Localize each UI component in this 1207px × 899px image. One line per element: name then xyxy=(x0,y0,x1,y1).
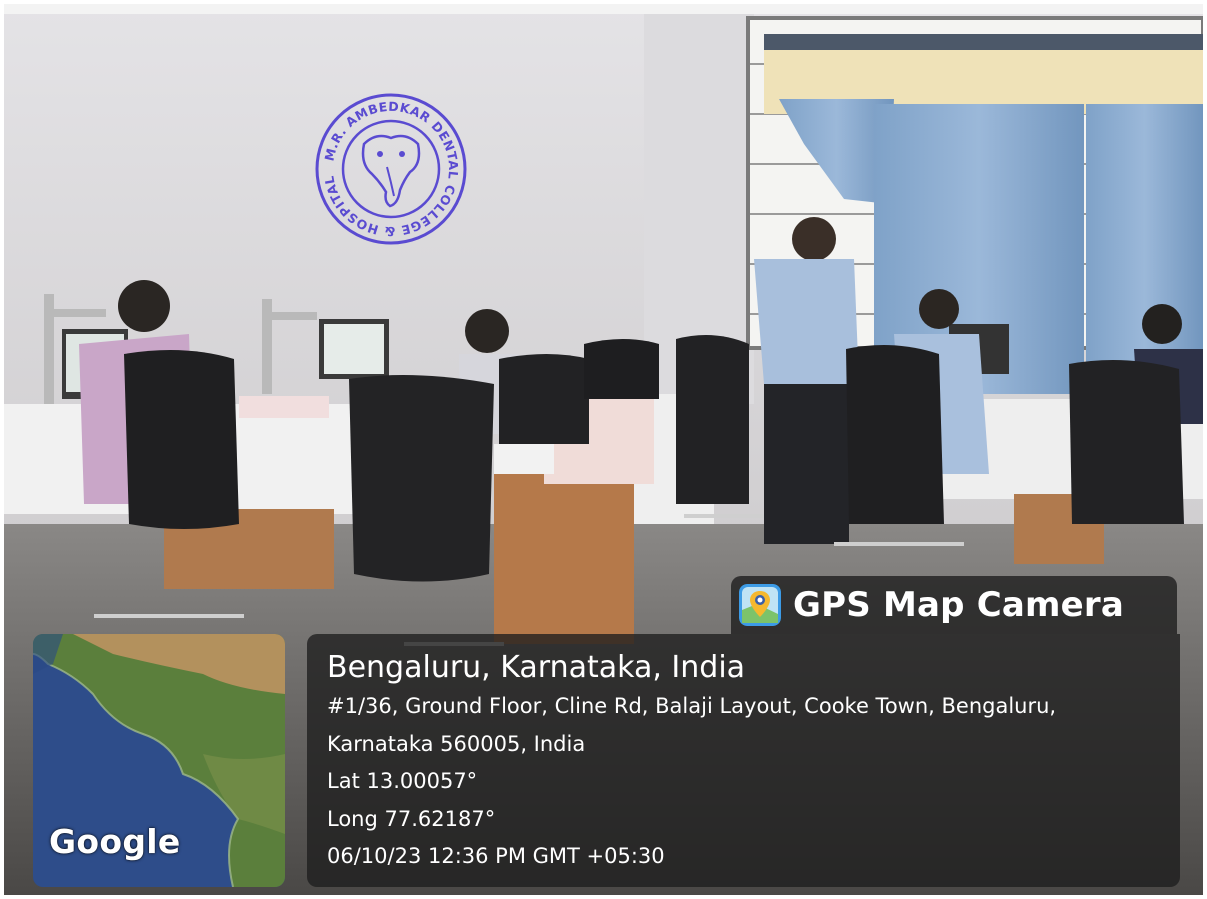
map-pin-app-icon xyxy=(739,584,781,626)
location-map-thumbnail: Google xyxy=(33,634,285,887)
gps-app-banner: GPS Map Camera xyxy=(731,576,1177,634)
location-info-panel: Bengaluru, Karnataka, India #1/36, Groun… xyxy=(307,634,1180,887)
address-line-2: Karnataka 560005, India xyxy=(327,731,586,756)
city-line: Bengaluru, Karnataka, India xyxy=(327,650,746,685)
longitude-text: Long 77.62187° xyxy=(327,806,496,831)
gps-app-title: GPS Map Camera xyxy=(793,585,1124,625)
address-line-1: #1/36, Ground Floor, Cline Rd, Balaji La… xyxy=(327,694,1057,718)
latitude-text: Lat 13.00057° xyxy=(327,769,478,793)
geotagged-photo: M.R. AMBEDKAR DENTAL COLLEGE & HOSPITAL … xyxy=(4,4,1203,895)
timestamp-text: 06/10/23 12:36 PM GMT +05:30 xyxy=(327,844,665,868)
college-stamp-logo: M.R. AMBEDKAR DENTAL COLLEGE & HOSPITAL xyxy=(315,93,467,245)
google-logo: Google xyxy=(49,822,181,861)
